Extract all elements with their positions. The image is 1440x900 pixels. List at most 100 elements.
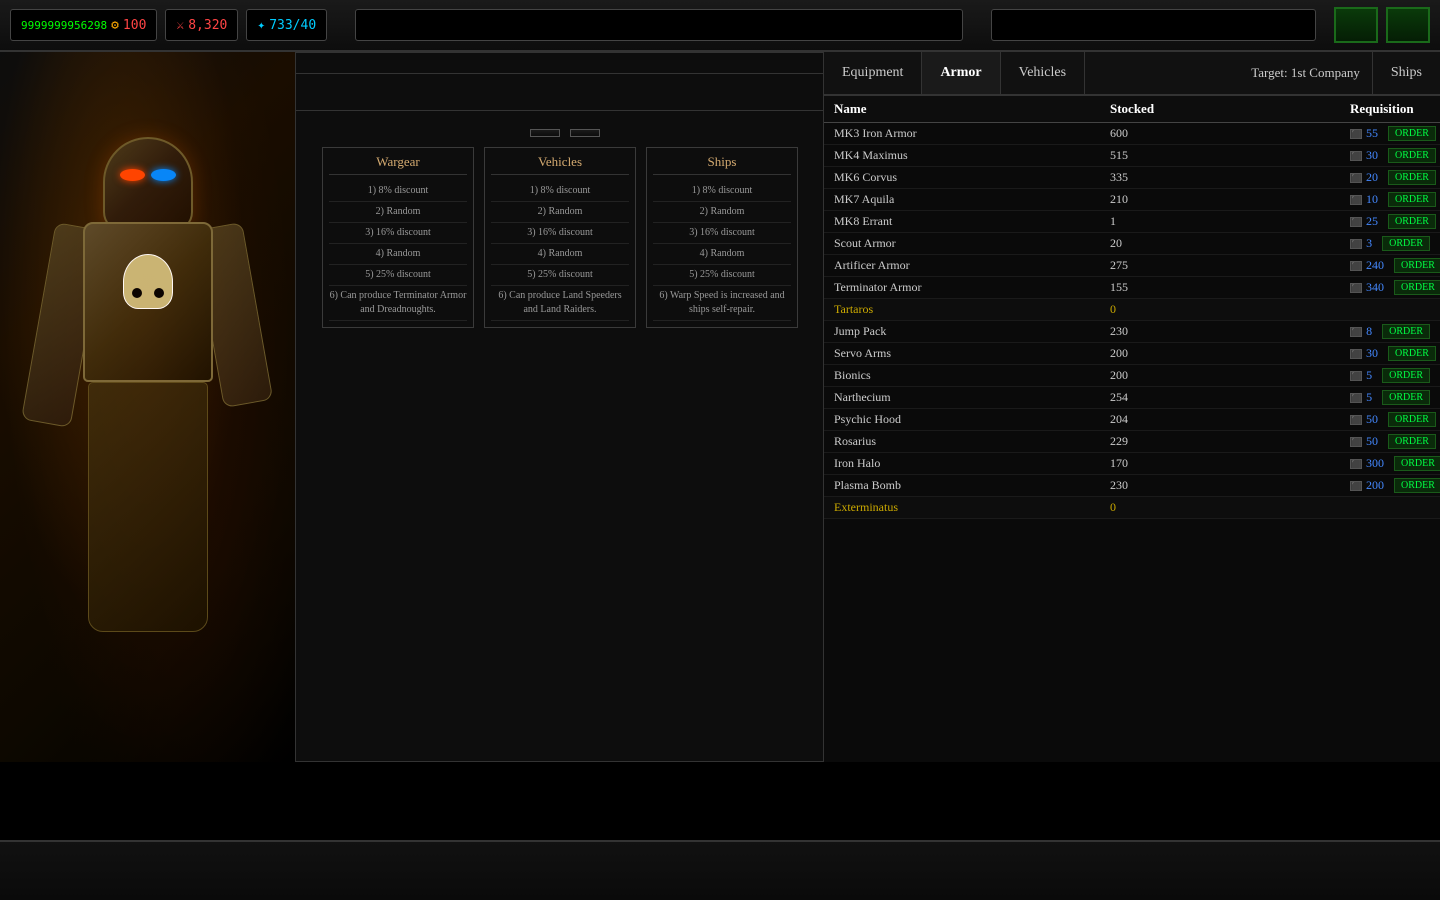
discount-item-0-0: 1) 8% discount — [329, 181, 467, 202]
order-btn-7[interactable]: ORDER — [1394, 280, 1440, 295]
resource-stat: 9999999956298 ⚙ 100 — [10, 9, 157, 41]
order-btn-2[interactable]: ORDER — [1388, 170, 1436, 185]
sector-display — [355, 9, 963, 41]
order-btn-10[interactable]: ORDER — [1388, 346, 1436, 361]
stat-box-3: ✦ 733/40 — [246, 9, 327, 41]
discount-item-0-4: 5) 25% discount — [329, 265, 467, 286]
resource-icon: 9999999956298 — [21, 19, 107, 32]
cell-req-9: ⬛8ORDER — [1350, 324, 1430, 339]
order-btn-4[interactable]: ORDER — [1388, 214, 1436, 229]
discount-title-2: Ships — [653, 154, 791, 175]
table-row-17: Exterminatus0 — [824, 497, 1440, 519]
cell-stock-16: 230 — [1110, 478, 1230, 493]
discount-item-1-0: 1) 8% discount — [491, 181, 629, 202]
tab-equipment[interactable]: Equipment — [824, 52, 922, 94]
table-row-5[interactable]: Scout Armor20⬛3ORDER — [824, 233, 1440, 255]
cell-req-6: ⬛240ORDER — [1350, 258, 1430, 273]
cell-name-12: Narthecium — [834, 390, 1110, 405]
order-btn-9[interactable]: ORDER — [1382, 324, 1430, 339]
cell-name-16: Plasma Bomb — [834, 478, 1110, 493]
stat2-icon: ⚔ — [176, 18, 184, 33]
req-num-0: 55 — [1366, 126, 1378, 141]
order-btn-1[interactable]: ORDER — [1388, 148, 1436, 163]
order-btn-3[interactable]: ORDER — [1388, 192, 1436, 207]
cell-name-3: MK7 Aquila — [834, 192, 1110, 207]
table-row-10[interactable]: Servo Arms200⬛30ORDER — [824, 343, 1440, 365]
req-num-12: 5 — [1366, 390, 1372, 405]
table-row-12[interactable]: Narthecium254⬛5ORDER — [824, 387, 1440, 409]
discount-title-1: Vehicles — [491, 154, 629, 175]
tab-armor[interactable]: Armor — [922, 52, 1000, 94]
cell-stock-15: 170 — [1110, 456, 1230, 471]
req-num-15: 300 — [1366, 456, 1384, 471]
table-row-0[interactable]: MK3 Iron Armor600 ⬛ 55 ORDER — [824, 123, 1440, 145]
req-icon-3: ⬛ — [1350, 195, 1362, 205]
cell-req-4: ⬛25ORDER — [1350, 214, 1430, 229]
help-button[interactable] — [1334, 7, 1378, 43]
req-icon-10: ⬛ — [1350, 349, 1362, 359]
right-tabs: Equipment Armor Vehicles Target: 1st Com… — [824, 52, 1440, 96]
tab-ships[interactable]: Ships — [1372, 52, 1440, 94]
cell-req-15: ⬛300ORDER — [1350, 456, 1430, 471]
resource-val1: 100 — [123, 18, 146, 33]
menu-button[interactable] — [1386, 7, 1430, 43]
table-row-14[interactable]: Rosarius229⬛50ORDER — [824, 431, 1440, 453]
cell-name-1: MK4 Maximus — [834, 148, 1110, 163]
cell-req-16: ⬛200ORDER — [1350, 478, 1430, 493]
header-stocked: Stocked — [1110, 101, 1230, 117]
cell-stock-0: 600 — [1110, 126, 1230, 141]
tab-vehicles[interactable]: Vehicles — [1001, 52, 1085, 94]
cell-req-12: ⬛5ORDER — [1350, 390, 1430, 405]
loyalty-display — [991, 9, 1316, 41]
cell-req-11: ⬛5ORDER — [1350, 368, 1430, 383]
identify-button[interactable] — [530, 129, 560, 137]
order-btn-16[interactable]: ORDER — [1394, 478, 1440, 493]
character-art — [0, 52, 295, 762]
tab-target: Target: 1st Company — [1239, 57, 1372, 89]
req-icon-16: ⬛ — [1350, 481, 1362, 491]
req-num-10: 30 — [1366, 346, 1378, 361]
order-btn-11[interactable]: ORDER — [1382, 368, 1430, 383]
cell-req-7: ⬛340ORDER — [1350, 280, 1430, 295]
table-row-16[interactable]: Plasma Bomb230 ⬛200ORDER — [824, 475, 1440, 497]
arma-header — [296, 53, 824, 74]
order-btn-13[interactable]: ORDER — [1388, 412, 1436, 427]
req-num-5: 3 — [1366, 236, 1372, 251]
table-row-9[interactable]: Jump Pack230⬛8ORDER — [824, 321, 1440, 343]
table-row-3[interactable]: MK7 Aquila210⬛10ORDER — [824, 189, 1440, 211]
cell-req-2: ⬛20ORDER — [1350, 170, 1430, 185]
cell-name-0: MK3 Iron Armor — [834, 126, 1110, 141]
right-panel: Equipment Armor Vehicles Target: 1st Com… — [823, 52, 1440, 762]
cell-req-13: ⬛50ORDER — [1350, 412, 1430, 427]
discount-col-ships: Ships1) 8% discount2) Random3) 16% disco… — [646, 147, 798, 328]
req-icon-13: ⬛ — [1350, 415, 1362, 425]
table-row-4[interactable]: MK8 Errant1⬛25ORDER — [824, 211, 1440, 233]
req-icon-14: ⬛ — [1350, 437, 1362, 447]
table-row-6[interactable]: Artificer Armor275⬛240ORDER — [824, 255, 1440, 277]
order-btn-12[interactable]: ORDER — [1382, 390, 1430, 405]
order-btn-5[interactable]: ORDER — [1382, 236, 1430, 251]
req-icon-0: ⬛ — [1350, 129, 1362, 139]
order-btn-15[interactable]: ORDER — [1394, 456, 1440, 471]
table-row-7[interactable]: Terminator Armor155⬛340ORDER — [824, 277, 1440, 299]
table-row-1[interactable]: MK4 Maximus515⬛30ORDER — [824, 145, 1440, 167]
gift-button[interactable] — [570, 129, 600, 137]
cell-stock-14: 229 — [1110, 434, 1230, 449]
order-btn-14[interactable]: ORDER — [1388, 434, 1436, 449]
stc-section: Wargear1) 8% discount2) Random3) 16% dis… — [296, 110, 824, 338]
table-row-2[interactable]: MK6 Corvus335⬛20ORDER — [824, 167, 1440, 189]
order-btn-6[interactable]: ORDER — [1394, 258, 1440, 273]
cell-req-14: ⬛50ORDER — [1350, 434, 1430, 449]
cell-stock-5: 20 — [1110, 236, 1230, 251]
cell-name-9: Jump Pack — [834, 324, 1110, 339]
req-num-11: 5 — [1366, 368, 1372, 383]
header-empty — [1230, 101, 1350, 117]
discount-item-2-1: 2) Random — [653, 202, 791, 223]
table-row-13[interactable]: Psychic Hood204⬛50ORDER — [824, 409, 1440, 431]
table-row-8: Tartaros0 — [824, 299, 1440, 321]
req-num-14: 50 — [1366, 434, 1378, 449]
table-row-15[interactable]: Iron Halo170⬛300ORDER — [824, 453, 1440, 475]
order-btn-0[interactable]: ORDER — [1388, 126, 1436, 141]
table-row-11[interactable]: Bionics200⬛5ORDER — [824, 365, 1440, 387]
req-icon-5: ⬛ — [1350, 239, 1362, 249]
